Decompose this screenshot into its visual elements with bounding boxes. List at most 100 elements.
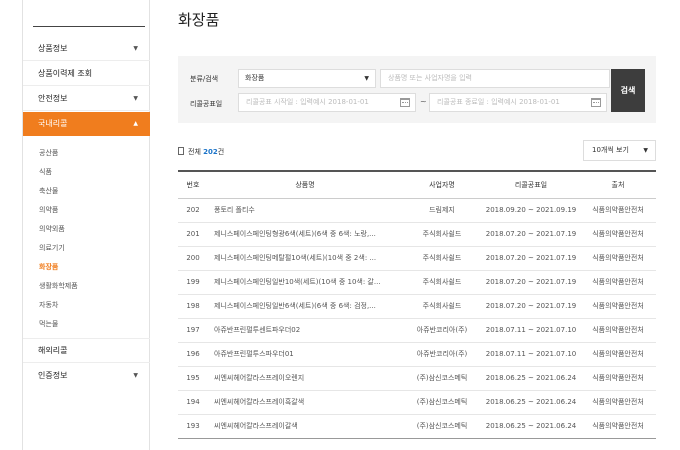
sidebar-item-safety-info[interactable]: 안전정보 ▼ (23, 87, 150, 111)
cell-number: 197 (178, 318, 208, 343)
document-icon (178, 147, 184, 155)
result-count-suffix: 건 (217, 148, 225, 156)
cell-product-name[interactable]: 씨엔씨헤어칼라스프레이갈색 (208, 414, 402, 439)
calendar-icon[interactable] (400, 98, 410, 107)
table-row[interactable]: 194 씨엔씨헤어칼라스프레이흑갈색 (주)삼신코스메틱 2018.06.25 ~ 2… (178, 390, 656, 415)
table-row[interactable]: 197 아쥬반프린펄투센트파우더02 아쥬반코리아(주) 2018.07.11 ~ 2… (178, 318, 656, 343)
table-header-row: 번호 상품명 사업자명 리콜공표일 출처 (178, 170, 656, 199)
search-button[interactable]: 검색 (611, 69, 645, 112)
per-page-select[interactable]: 10개씩 보기 ▼ (583, 140, 656, 161)
column-header-source: 출처 (580, 170, 656, 199)
cell-recall-date: 2018.09.20 ~ 2021.09.19 (482, 198, 580, 223)
column-header-product: 상품명 (208, 170, 402, 199)
table-row[interactable]: 198 제니스페이스페인팅일반6색(세트)(6색 중 6색: 검정,... 주식회사… (178, 294, 656, 319)
sidebar-item-label: 안전정보 (38, 94, 68, 103)
table-row[interactable]: 201 제니스페이스페인팅형광6색(세트)(6색 중 6색: 노랑,... 주식회사… (178, 222, 656, 247)
end-date-placeholder: 리콜공표 종료일 : 입력예시 2018-01-01 (437, 98, 560, 106)
column-header-number: 번호 (178, 170, 208, 199)
result-count-prefix: 전체 (188, 148, 201, 156)
cell-product-name[interactable]: 씨엔씨헤어칼라스프레이흑갈색 (208, 390, 402, 415)
per-page-value: 10개씩 보기 (592, 146, 629, 154)
sidebar-item-label: 국내리콜 (38, 119, 68, 128)
table-row[interactable]: 193 씨엔씨헤어칼라스프레이갈색 (주)삼신코스메틱 2018.06.25 ~ 20… (178, 414, 656, 439)
cell-recall-date: 2018.07.20 ~ 2021.07.19 (482, 246, 580, 271)
cell-product-name[interactable]: 제니스페이스페인팅메탈펄10색(세트)(10색 중 2색: ... (208, 246, 402, 271)
submenu-item-quasi-drug[interactable]: 의약외품 (23, 220, 150, 239)
sidebar-top-divider (33, 26, 145, 27)
cell-recall-date: 2018.06.25 ~ 2021.06.24 (482, 414, 580, 439)
calendar-icon[interactable] (591, 98, 601, 107)
submenu-item-medical-device[interactable]: 의료기기 (23, 239, 150, 258)
cell-company: 주식회사쉴드 (402, 222, 482, 247)
column-header-company: 사업자명 (402, 170, 482, 199)
category-label: 분류/검색 (190, 75, 219, 83)
table-row[interactable]: 200 제니스페이스페인팅메탈펄10색(세트)(10색 중 2색: ... 주식회사… (178, 246, 656, 271)
sidebar: 상품정보 ▼ 상품이력제 조회 안전정보 ▼ 국내리콜 ▲ 공산품 식품 축산물… (22, 0, 150, 450)
table-row[interactable]: 202 퐁토리 폴티수 드림제지 2018.09.20 ~ 2021.09.19 식품의… (178, 198, 656, 223)
sidebar-item-label: 인증정보 (38, 371, 68, 380)
domestic-recall-submenu: 공산품 식품 축산물 의약품 의약외품 의료기기 화장품 생활화학제품 자동차 … (23, 144, 150, 334)
cell-product-name[interactable]: 아쥬반프린펄투센트파우더02 (208, 318, 402, 343)
cell-recall-date: 2018.06.25 ~ 2021.06.24 (482, 366, 580, 391)
sidebar-item-product-info[interactable]: 상품정보 ▼ (23, 37, 150, 61)
cell-number: 193 (178, 414, 208, 439)
cell-product-name[interactable]: 제니스페이스페인팅형광6색(세트)(6색 중 6색: 노랑,... (208, 222, 402, 247)
cell-company: 주식회사쉴드 (402, 246, 482, 271)
cell-number: 195 (178, 366, 208, 391)
cell-source: 식품의약품안전처 (580, 270, 656, 295)
cell-number: 194 (178, 390, 208, 415)
submenu-item-medicine[interactable]: 의약품 (23, 201, 150, 220)
cell-product-name[interactable]: 아쥬반프린펄투스파우더01 (208, 342, 402, 367)
cell-number: 202 (178, 198, 208, 223)
cell-source: 식품의약품안전처 (580, 414, 656, 439)
cell-source: 식품의약품안전처 (580, 390, 656, 415)
sidebar-item-product-history[interactable]: 상품이력제 조회 (23, 62, 150, 86)
cell-company: 주식회사쉴드 (402, 294, 482, 319)
table-row[interactable]: 199 제니스페이스페인팅일반10색(세트)(10색 중 10색: 갈... 주식회… (178, 270, 656, 295)
cell-number: 201 (178, 222, 208, 247)
sidebar-item-certification[interactable]: 인증정보 ▼ (23, 364, 150, 388)
cell-product-name[interactable]: 제니스페이스페인팅일반10색(세트)(10색 중 10색: 갈... (208, 270, 402, 295)
start-date-input[interactable]: 리콜공표 시작일 : 입력예시 2018-01-01 (238, 93, 416, 112)
end-date-input[interactable]: 리콜공표 종료일 : 입력예시 2018-01-01 (429, 93, 607, 112)
category-select[interactable]: 화장품 ▼ (238, 69, 376, 88)
chevron-down-icon: ▼ (133, 372, 138, 379)
sidebar-item-overseas-recall[interactable]: 해외리콜 (23, 339, 150, 363)
sidebar-item-domestic-recall[interactable]: 국내리콜 ▲ (23, 112, 150, 136)
cell-source: 식품의약품안전처 (580, 342, 656, 367)
cell-source: 식품의약품안전처 (580, 366, 656, 391)
submenu-item-drinking-water[interactable]: 먹는물 (23, 315, 150, 334)
cell-company: (주)삼신코스메틱 (402, 414, 482, 439)
cell-company: 드림제지 (402, 198, 482, 223)
table-row[interactable]: 195 씨엔씨헤어칼라스프레이오렌지 (주)삼신코스메틱 2018.06.25 ~ 2… (178, 366, 656, 391)
cell-product-name[interactable]: 씨엔씨헤어칼라스프레이오렌지 (208, 366, 402, 391)
cell-product-name[interactable]: 제니스페이스페인팅일반6색(세트)(6색 중 6색: 검정,... (208, 294, 402, 319)
submenu-item-automobile[interactable]: 자동차 (23, 296, 150, 315)
cell-company: 아쥬반코리아(주) (402, 318, 482, 343)
keyword-input[interactable]: 상품명 또는 사업자명을 입력 (380, 69, 610, 88)
cell-number: 198 (178, 294, 208, 319)
cell-product-name[interactable]: 퐁토리 폴티수 (208, 198, 402, 223)
page-title: 화장품 (178, 11, 220, 29)
chevron-down-icon: ▼ (643, 147, 648, 154)
submenu-item-livestock[interactable]: 축산물 (23, 182, 150, 201)
submenu-item-household-chemicals[interactable]: 생활화학제품 (23, 277, 150, 296)
submenu-item-food[interactable]: 식품 (23, 163, 150, 182)
submenu-item-industrial[interactable]: 공산품 (23, 144, 150, 163)
result-count: 전체 202건 (178, 147, 224, 157)
cell-recall-date: 2018.06.25 ~ 2021.06.24 (482, 390, 580, 415)
cell-recall-date: 2018.07.20 ~ 2021.07.19 (482, 270, 580, 295)
cell-number: 199 (178, 270, 208, 295)
recall-table: 번호 상품명 사업자명 리콜공표일 출처 202 퐁토리 폴티수 드림제지 2018.… (178, 170, 656, 439)
chevron-down-icon: ▼ (133, 45, 138, 52)
date-range-separator: ~ (420, 97, 427, 106)
start-date-placeholder: 리콜공표 시작일 : 입력예시 2018-01-01 (246, 98, 369, 106)
result-count-number: 202 (203, 148, 218, 156)
submenu-item-cosmetics[interactable]: 화장품 (23, 258, 150, 277)
table-row[interactable]: 196 아쥬반프린펄투스파우더01 아쥬반코리아(주) 2018.07.11 ~ 20… (178, 342, 656, 367)
recall-date-label: 리콜공표일 (190, 100, 223, 108)
cell-source: 식품의약품안전처 (580, 198, 656, 223)
cell-recall-date: 2018.07.20 ~ 2021.07.19 (482, 222, 580, 247)
cell-number: 200 (178, 246, 208, 271)
cell-source: 식품의약품안전처 (580, 222, 656, 247)
